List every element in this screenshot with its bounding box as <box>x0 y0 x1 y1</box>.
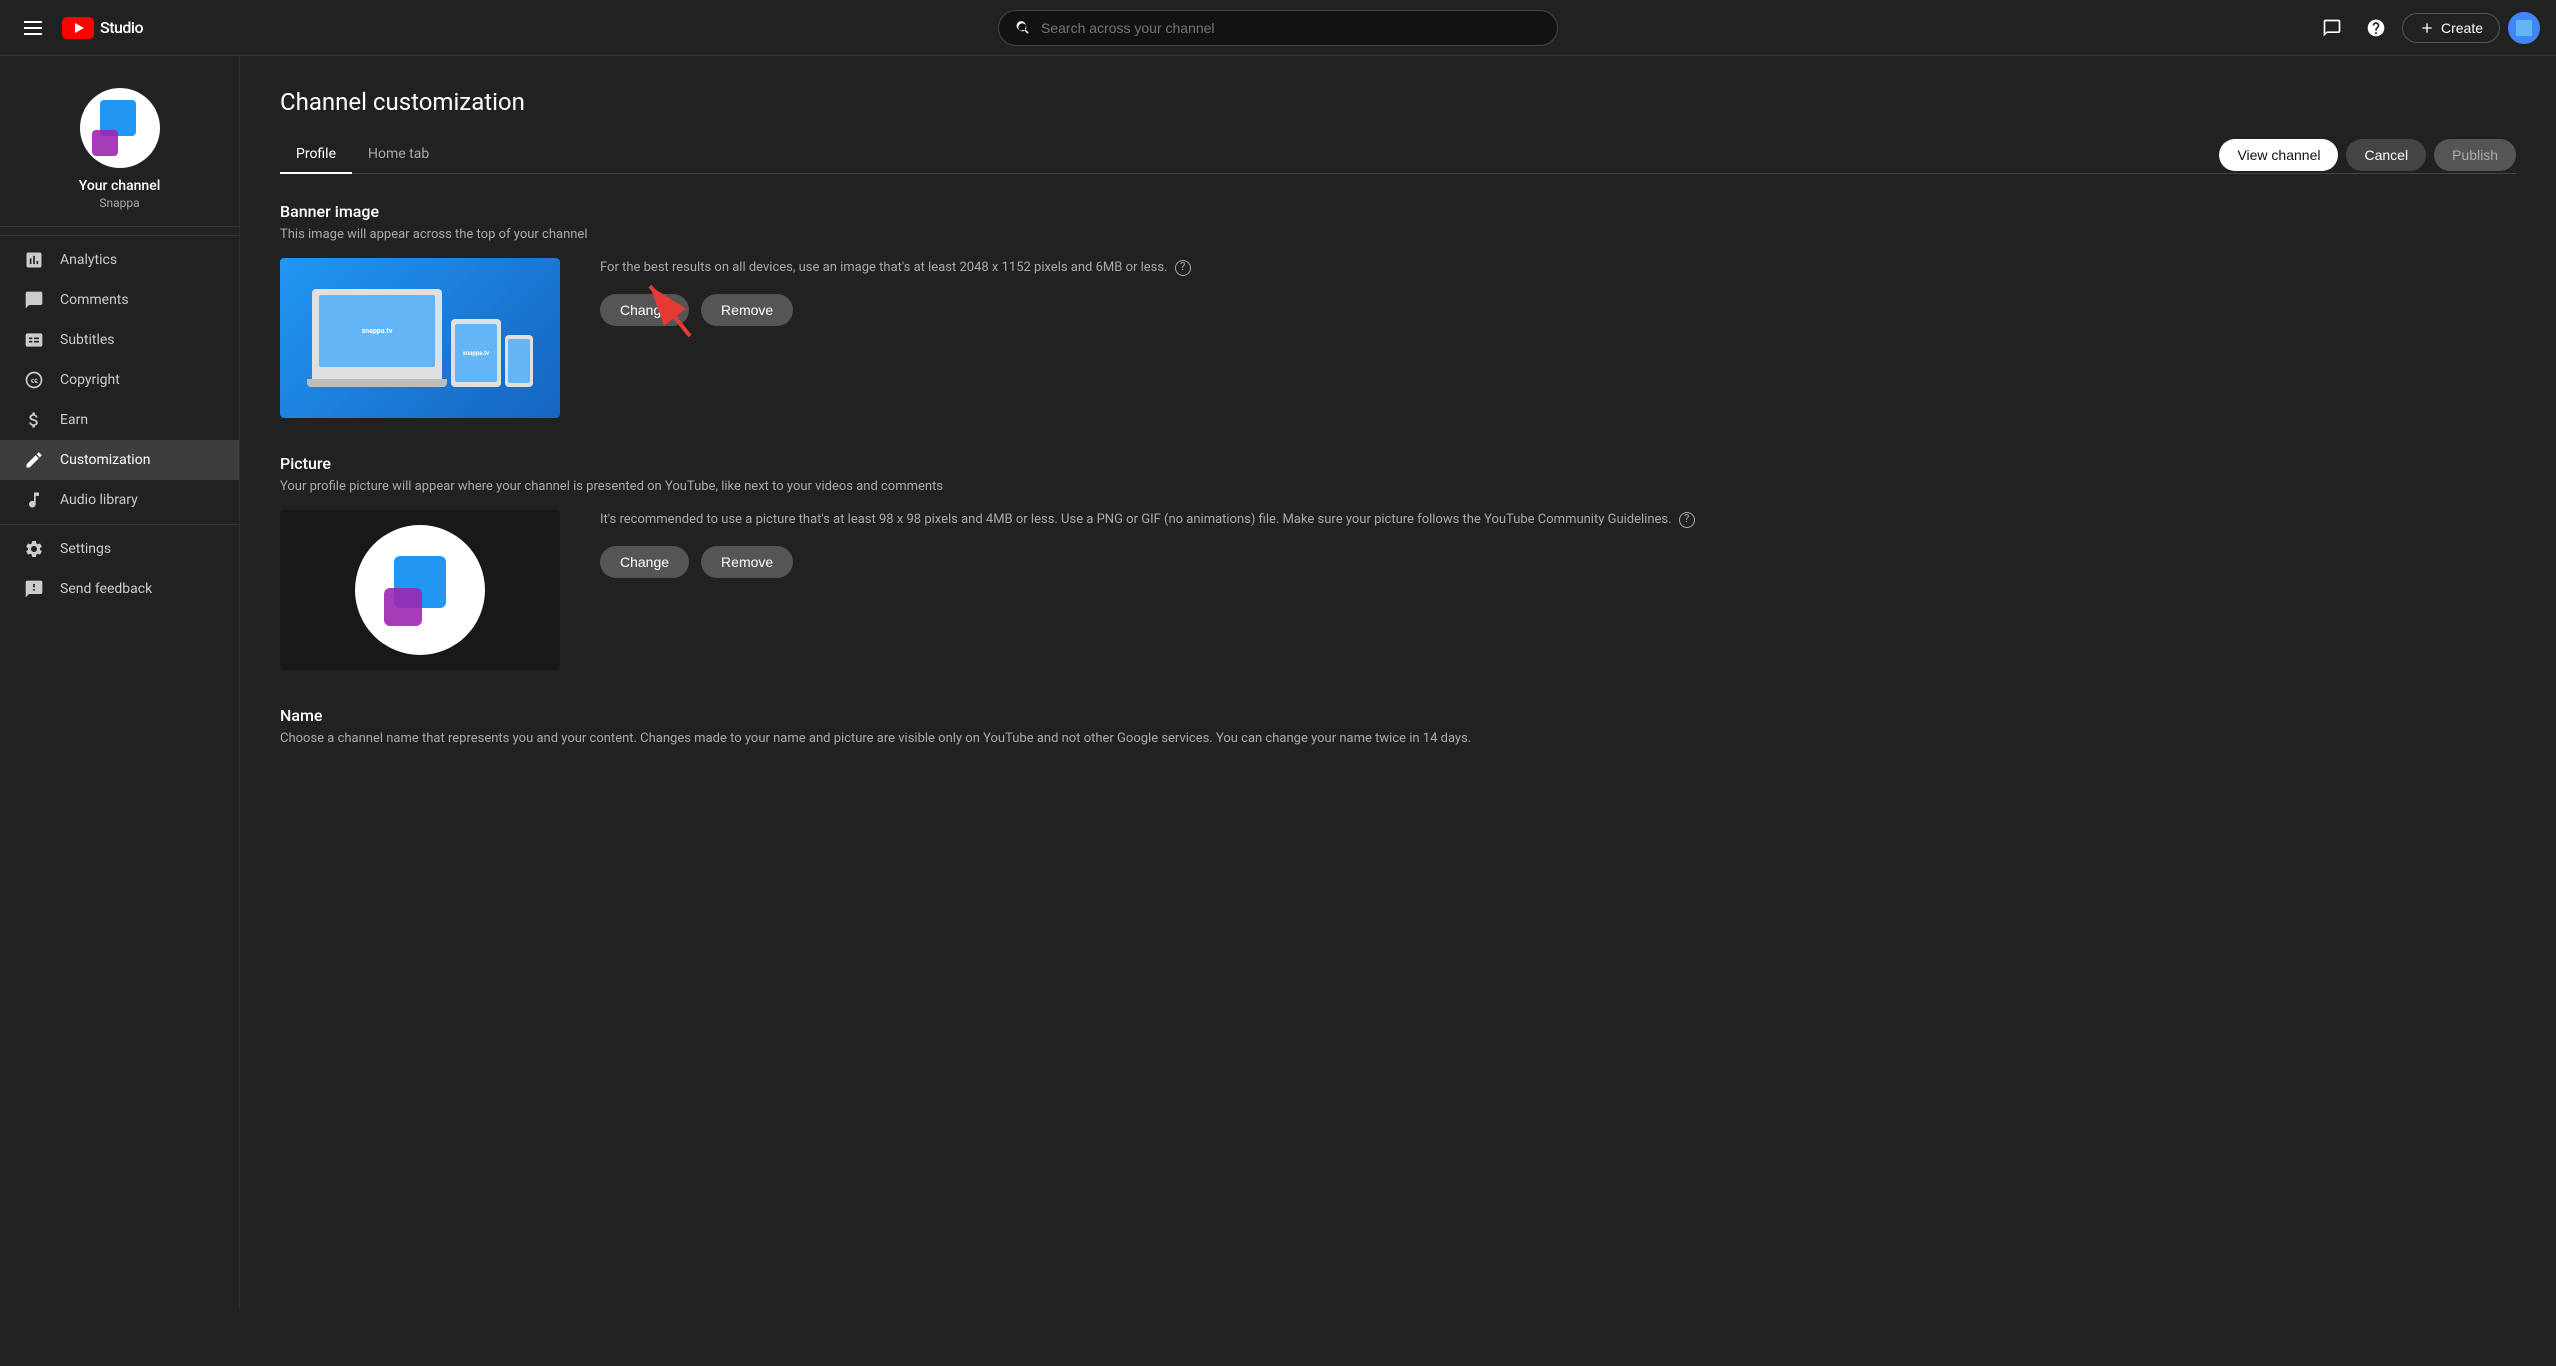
picture-change-button[interactable]: Change <box>600 546 689 578</box>
sidebar-item-audio-library[interactable]: Audio library <box>0 480 239 520</box>
tablet-device: snappa.tv <box>451 319 501 387</box>
banner-help-icon[interactable]: ? <box>1175 260 1191 276</box>
sidebar-divider <box>0 235 239 236</box>
create-button[interactable]: Create <box>2402 13 2500 43</box>
sidebar-item-subtitles[interactable]: Subtitles <box>0 320 239 360</box>
banner-devices: snappa.tv snappa.tv <box>307 289 533 387</box>
create-label: Create <box>2441 20 2483 36</box>
logo-label: Studio <box>100 18 143 37</box>
logo[interactable]: Studio <box>62 17 143 39</box>
youtube-logo-icon <box>62 17 94 39</box>
avatar[interactable] <box>2508 12 2540 44</box>
create-icon <box>2419 20 2435 36</box>
channel-handle: Snappa <box>99 196 139 210</box>
main-content: Channel customization Profile Home tab V… <box>240 56 2556 1310</box>
sidebar-item-send-feedback[interactable]: Send feedback <box>0 569 239 609</box>
publish-button[interactable]: Publish <box>2434 139 2516 171</box>
send-feedback-label: Send feedback <box>60 581 152 597</box>
picture-preview <box>280 510 560 670</box>
banner-info: For the best results on all devices, use… <box>600 258 2516 326</box>
sidebar-divider-2 <box>0 524 239 525</box>
page-title: Channel customization <box>280 88 2516 116</box>
sidebar-item-comments[interactable]: Comments <box>0 280 239 320</box>
banner-remove-button[interactable]: Remove <box>701 294 793 326</box>
analytics-icon <box>24 250 44 270</box>
name-title: Name <box>280 706 2516 725</box>
picture-desc: Your profile picture will appear where y… <box>280 479 2516 494</box>
name-section: Name Choose a channel name that represen… <box>280 706 2516 746</box>
picture-info-text: It's recommended to use a picture that's… <box>600 510 2516 530</box>
comments-icon-btn[interactable] <box>2314 10 2350 46</box>
subtitles-icon <box>24 330 44 350</box>
tab-profile-label: Profile <box>296 146 336 162</box>
earn-label: Earn <box>60 412 88 428</box>
sidebar-item-analytics[interactable]: Analytics <box>0 240 239 280</box>
picture-section: Picture Your profile picture will appear… <box>280 454 2516 670</box>
menu-icon[interactable] <box>16 13 50 43</box>
customization-label: Customization <box>60 452 150 468</box>
settings-icon <box>24 539 44 559</box>
banner-inner: snappa.tv snappa.tv <box>280 258 560 418</box>
laptop-device: snappa.tv <box>312 289 442 379</box>
topbar: Studio Create <box>0 0 2556 56</box>
picture-btn-row: Change Remove <box>600 546 2516 578</box>
search-area <box>256 10 2300 46</box>
help-circle-icon <box>2366 18 2386 38</box>
channel-avatar[interactable] <box>80 88 160 168</box>
tab-home[interactable]: Home tab <box>352 136 445 174</box>
view-channel-button[interactable]: View channel <box>2219 139 2338 171</box>
banner-change-button[interactable]: Change <box>600 294 689 326</box>
topbar-right: Create <box>2300 10 2540 46</box>
tabs-bar: Profile Home tab View channel Cancel Pub… <box>280 136 2516 174</box>
comments-icon <box>24 290 44 310</box>
picture-title: Picture <box>280 454 2516 473</box>
phone-device <box>505 335 533 387</box>
settings-label: Settings <box>60 541 111 557</box>
laptop-base <box>307 379 447 387</box>
audio-library-label: Audio library <box>60 492 138 508</box>
search-icon <box>1015 20 1031 36</box>
cancel-button[interactable]: Cancel <box>2346 139 2426 171</box>
search-input[interactable] <box>1041 20 1541 36</box>
copyright-icon <box>24 370 44 390</box>
earn-icon <box>24 410 44 430</box>
channel-name: Your channel <box>79 178 161 194</box>
picture-body: It's recommended to use a picture that's… <box>280 510 2516 670</box>
banner-info-text: For the best results on all devices, use… <box>600 258 2516 278</box>
copyright-label: Copyright <box>60 372 120 388</box>
picture-info: It's recommended to use a picture that's… <box>600 510 2516 578</box>
sidebar-item-earn[interactable]: Earn <box>0 400 239 440</box>
audio-icon <box>24 490 44 510</box>
analytics-label: Analytics <box>60 252 117 268</box>
chat-icon <box>2322 18 2342 38</box>
profile-circle <box>355 525 485 655</box>
tab-home-label: Home tab <box>368 146 429 162</box>
picture-help-icon[interactable]: ? <box>1679 512 1695 528</box>
banner-preview: snappa.tv snappa.tv <box>280 258 560 418</box>
customization-icon <box>24 450 44 470</box>
sidebar: Your channel Snappa Analytics Comments S… <box>0 56 240 1310</box>
picture-remove-button[interactable]: Remove <box>701 546 793 578</box>
sidebar-item-copyright[interactable]: Copyright <box>0 360 239 400</box>
search-bar[interactable] <box>998 10 1558 46</box>
help-icon-btn[interactable] <box>2358 10 2394 46</box>
banner-desc: This image will appear across the top of… <box>280 227 2516 242</box>
sidebar-item-settings[interactable]: Settings <box>0 529 239 569</box>
tab-actions: View channel Cancel Publish <box>2219 139 2516 171</box>
subtitles-label: Subtitles <box>60 332 115 348</box>
banner-section: Banner image This image will appear acro… <box>280 202 2516 418</box>
laptop-screen: snappa.tv <box>319 295 435 367</box>
comments-label: Comments <box>60 292 129 308</box>
channel-info: Your channel Snappa <box>0 64 239 227</box>
phone-screen <box>508 339 530 383</box>
tab-profile[interactable]: Profile <box>280 136 352 174</box>
tablet-screen: snappa.tv <box>455 324 497 382</box>
banner-body: snappa.tv snappa.tv <box>280 258 2516 418</box>
banner-btn-row: Change Remove <box>600 294 2516 326</box>
feedback-icon <box>24 579 44 599</box>
topbar-left: Studio <box>16 13 256 43</box>
banner-title: Banner image <box>280 202 2516 221</box>
name-desc: Choose a channel name that represents yo… <box>280 731 2516 746</box>
sidebar-item-customization[interactable]: Customization <box>0 440 239 480</box>
